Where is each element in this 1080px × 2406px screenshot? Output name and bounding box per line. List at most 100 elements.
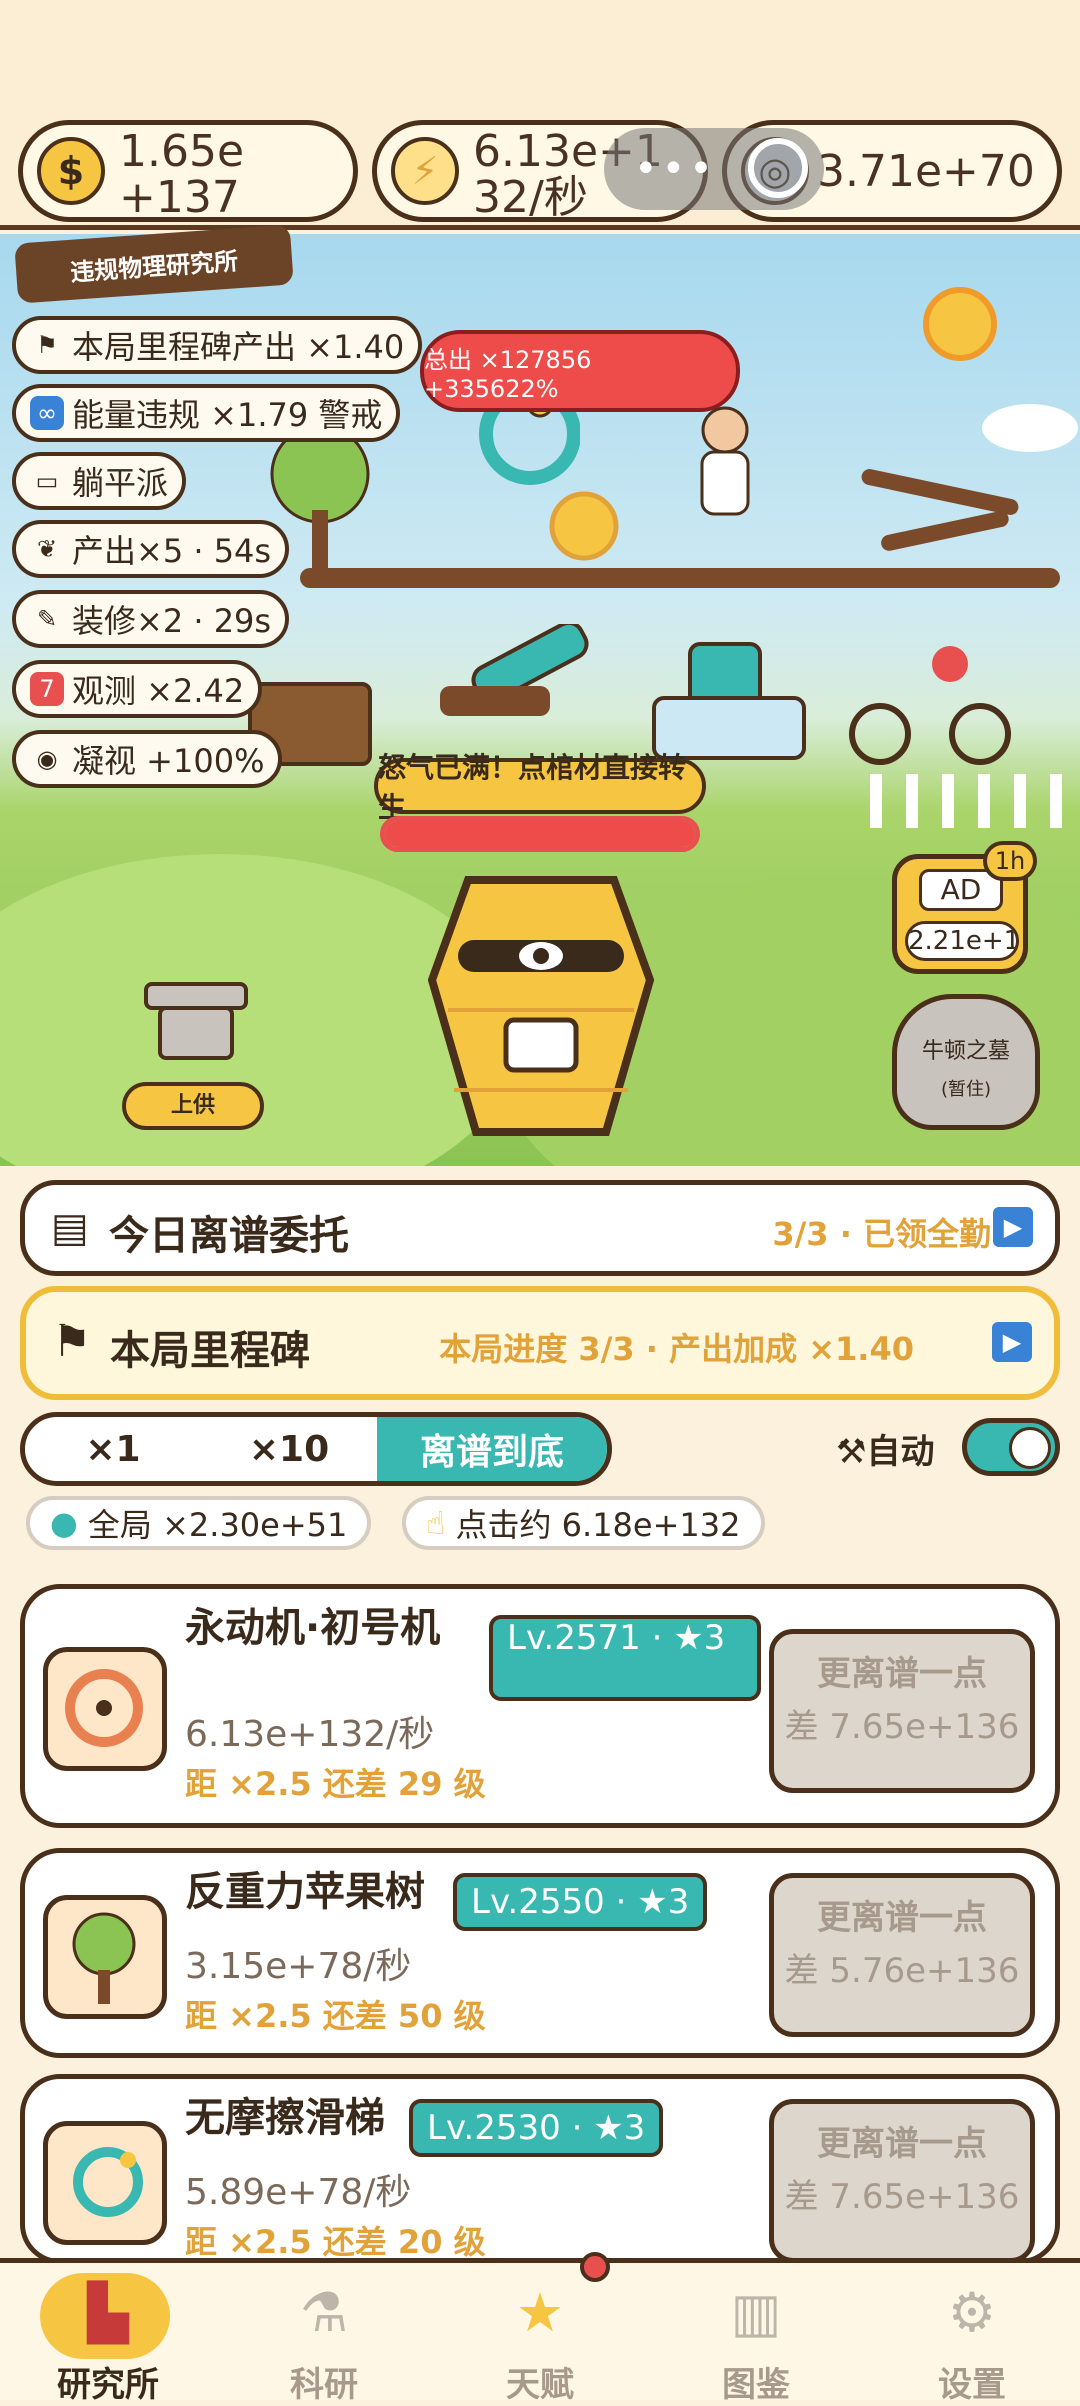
upgrade-cost: 差 5.76e+136 [784,1951,1020,1991]
star-icon: ★ [515,2281,565,2344]
multiplier-tabs: ×1 ×10 离谱到底 [20,1412,612,1486]
list-item[interactable]: 无摩擦滑梯 Lv.2530 · ★3 5.89e+78/秒 距 ×2.5 还差 … [20,2074,1060,2264]
milestone-card[interactable]: ⚑ 本局里程碑 本局进度 3/3 · 产出加成 ×1.40 ▶ [20,1286,1060,1400]
item-distance: 距 ×2.5 还差 20 级 [185,2223,486,2261]
toggle-knob [1009,1427,1051,1469]
nav-talent[interactable]: ★ 天赋 [432,2263,648,2405]
gear-icon: ⚙ [947,2281,997,2344]
close-circle-icon[interactable] [748,138,808,198]
play-icon: ▶ [992,1322,1032,1362]
wrench-icon: ✎ [36,605,58,633]
click-value-chip: ☝ 点击约 6.18e+132 [402,1496,765,1550]
shelf [300,568,1060,588]
auto-label: ⚒自动 [836,1432,935,1472]
flag-icon: ⚑ [52,1316,92,1367]
book-icon: ▥ [730,2281,782,2344]
buff-observe[interactable]: 7 观测 ×2.42 [12,660,263,718]
monitor-machine [652,642,806,760]
nav-research[interactable]: ⚗ 科研 [216,2263,432,2405]
upgrade-button[interactable]: 更离谱一点 差 7.65e+136 [769,1629,1035,1793]
nav-lab[interactable]: ▙ 研究所 [0,2263,216,2405]
upgrade-cost: 差 7.65e+136 [784,2177,1020,2217]
list-item[interactable]: 永动机·初号机 Lv.2571 · ★3 6.13e+132/秒 距 ×2.5 … [20,1584,1060,1828]
item-rate: 6.13e+132/秒 [185,1714,435,1755]
rage-progress-fill [385,821,695,847]
total-output-banner: 总出 ×127856 +335622% [420,330,740,412]
money-stat: $ 1.65e +137 [18,120,358,222]
auto-toggle[interactable] [962,1418,1060,1476]
slide-icon [43,2121,167,2245]
tomb-subtitle: (暂住) [940,1079,992,1100]
offer-button[interactable]: 上供 [122,1082,264,1130]
upgrade-cost: 差 7.65e+136 [784,1707,1020,1747]
fence [870,774,1062,828]
status-area [0,0,1080,104]
coffin-button[interactable] [428,870,654,1140]
buff-gaze[interactable]: ◉ 凝视 +100% [12,730,283,788]
upgrade-button[interactable]: 更离谱一点 差 7.65e+136 [769,2099,1035,2263]
item-distance: 距 ×2.5 还差 50 级 [185,1997,486,2035]
tomb-title: 牛顿之墓 [921,1039,1010,1064]
newton-tomb[interactable]: 牛顿之墓 (暂住) [892,994,1040,1130]
infinity-icon: ∞ [30,396,64,430]
item-rate: 3.15e+78/秒 [185,1946,412,1987]
flag-icon: ⚑ [36,331,58,359]
tab-max[interactable]: 离谱到底 [377,1417,607,1481]
wing-icon: ❦ [36,535,58,563]
cannon [440,624,589,716]
level-badge: Lv.2571 · ★3 [489,1615,761,1701]
nav-settings[interactable]: ⚙ 设置 [864,2263,1080,2405]
rage-progress-bar [380,816,700,852]
milestone-title: 本局里程碑 [110,1328,310,1374]
list-item[interactable]: 反重力苹果树 Lv.2550 · ★3 3.15e+78/秒 距 ×2.5 还差… [20,1848,1060,2058]
upgrade-label: 更离谱一点 [817,1898,987,1938]
tab-x1[interactable]: ×1 [25,1417,201,1481]
level-badge: Lv.2550 · ★3 [453,1873,708,1931]
coin-icon [549,491,619,561]
item-name: 反重力苹果树 [185,1869,425,1915]
globe-icon: ● [50,1504,78,1542]
buff-lazy[interactable]: ▭ 躺平派 [12,452,187,510]
buff-energy[interactable]: ∞ 能量违规 ×1.79 警戒 [12,384,401,442]
more-icon: ••• [634,146,717,192]
money-value: 1.65e +137 [119,126,245,223]
ad-value: 2.21e+13 [905,921,1019,961]
buff-milestone[interactable]: ⚑ 本局里程碑产出 ×1.40 [12,316,423,374]
notification-dot [580,2252,610,2282]
daily-commission-card[interactable]: ▤ 今日离谱委托 3/3 · 已领全勤 ▶ [20,1180,1060,1276]
tools-icon: ⚒ [836,1432,867,1472]
upgrade-button[interactable]: 更离谱一点 差 5.76e+136 [769,1873,1035,2037]
apple-tree-icon [43,1895,167,2019]
eye-icon: ◉ [36,745,58,773]
clipboard-icon: ▤ [51,1205,89,1251]
money-bag-icon: $ [37,137,105,205]
gear-value: 3.71e+70 [817,146,1035,197]
item-name: 无摩擦滑梯 [185,2095,385,2141]
item-distance: 距 ×2.5 还差 29 级 [185,1765,486,1803]
factory-icon: ▙ [87,2281,129,2344]
seesaw-machine [861,469,1019,551]
play-icon: ▶ [993,1207,1033,1247]
ad-bonus-button[interactable]: AD 2.21e+13 1h [892,841,1037,974]
buff-output[interactable]: ❦ 产出×5 · 54s [12,520,290,578]
daily-title: 今日离谱委托 [109,1213,349,1259]
lightning-icon: ⚡ [391,137,459,205]
altar [144,982,248,1060]
ad-timer-badge: 1h [983,841,1037,881]
global-multiplier-chip: ● 全局 ×2.30e+51 [26,1496,372,1550]
system-menu-button[interactable]: ••• [604,128,824,210]
hand-icon: ☝ [426,1504,446,1542]
item-name: 永动机·初号机 [185,1605,441,1651]
bed-icon: ▭ [35,467,59,495]
daily-status: 3/3 · 已领全勤 [772,1215,991,1253]
nav-codex[interactable]: ▥ 图鉴 [648,2263,864,2405]
buff-decor[interactable]: ✎ 装修×2 · 29s [12,590,290,648]
tab-x10[interactable]: ×10 [201,1417,377,1481]
wheel-machine-icon [43,1647,167,1771]
milestone-status: 本局进度 3/3 · 产出加成 ×1.40 [439,1330,914,1368]
upgrade-label: 更离谱一点 [817,1654,987,1694]
microscope-icon: ⚗ [299,2281,349,2344]
rage-label: 怒气已满！点棺材直接转生 [374,751,706,824]
sun-icon [923,287,997,361]
level-badge: Lv.2530 · ★3 [409,2099,664,2157]
